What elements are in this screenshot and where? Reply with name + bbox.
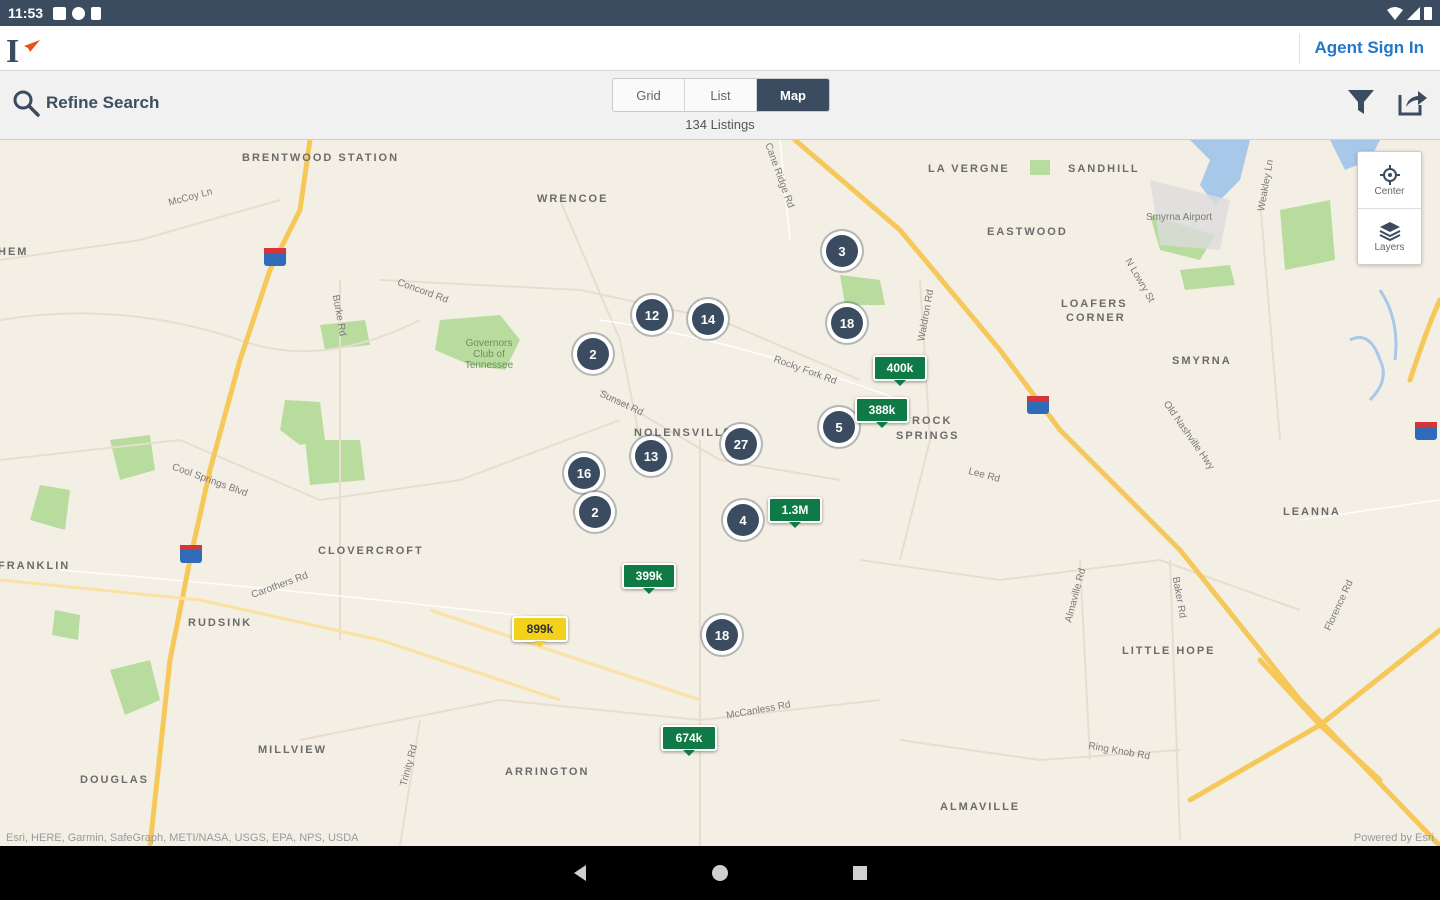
tab-map[interactable]: Map (757, 79, 829, 111)
place-label: SMYRNA (1172, 355, 1232, 367)
layers-icon (1379, 222, 1400, 242)
road-label: Governors Club of Tennessee (464, 338, 514, 371)
price-marker[interactable]: 1.3M (768, 497, 822, 528)
listings-count: 134 Listings (685, 117, 755, 132)
home-icon[interactable] (710, 863, 730, 883)
status-bar: 11:53 (0, 0, 1440, 26)
notification-icon (72, 6, 86, 20)
center-button[interactable]: Center (1358, 152, 1421, 208)
map-base-layer (0, 140, 1440, 846)
map-controls: Center Layers (1357, 151, 1422, 265)
listing-cluster[interactable]: 13 (631, 436, 671, 476)
notification-icon (53, 6, 67, 20)
place-label: DOUGLAS (80, 774, 149, 786)
place-label: FRANKLIN (0, 560, 71, 572)
listing-cluster[interactable]: 14 (688, 299, 728, 339)
system-nav-bar (0, 846, 1440, 900)
cluster-count: 12 (636, 299, 668, 331)
place-label: ALMAVILLE (940, 801, 1021, 813)
sd-card-icon (91, 6, 102, 20)
listing-cluster[interactable]: 4 (723, 500, 763, 540)
cluster-count: 18 (706, 619, 738, 651)
share-icon[interactable] (1396, 87, 1428, 117)
place-label: ARRINGTON (505, 766, 590, 778)
cluster-count: 2 (577, 338, 609, 370)
powered-by: Powered by Esri (1353, 832, 1434, 844)
listing-cluster[interactable]: 3 (822, 231, 862, 271)
brand-logo-icon[interactable]: I (6, 32, 46, 66)
center-label: Center (1374, 185, 1405, 197)
tab-grid[interactable]: Grid (613, 79, 685, 111)
listings-map[interactable]: BRENTWOOD STATION WRENCOE LA VERGNE SAND… (0, 140, 1440, 846)
center-icon (1379, 164, 1400, 185)
listing-cluster[interactable]: 18 (827, 303, 867, 343)
cluster-count: 2 (579, 496, 611, 528)
place-label: MILLVIEW (258, 744, 327, 756)
refine-search-button[interactable]: Refine Search (12, 89, 159, 117)
layers-button[interactable]: Layers (1358, 208, 1421, 264)
place-label: CLOVERCROFT (318, 545, 424, 557)
listing-cluster[interactable]: 2 (573, 334, 613, 374)
price-marker[interactable]: 899k (512, 616, 568, 647)
cluster-count: 16 (568, 457, 600, 489)
cluster-count: 27 (725, 428, 757, 460)
place-label: LOAFERS (1061, 298, 1128, 310)
back-icon[interactable] (570, 863, 590, 883)
place-label: WRENCOE (537, 193, 609, 205)
signal-icon (1407, 6, 1420, 20)
battery-icon (1424, 7, 1432, 20)
wifi-icon (1387, 6, 1403, 20)
svg-text:I: I (6, 33, 19, 66)
road-label: Smyrna Airport (1146, 212, 1213, 223)
app-header: I Agent Sign In (0, 26, 1440, 71)
search-icon (13, 90, 40, 117)
listing-cluster[interactable]: 18 (702, 615, 742, 655)
cluster-count: 13 (635, 440, 667, 472)
filter-icon[interactable] (1346, 87, 1376, 117)
listing-cluster[interactable]: 2 (575, 492, 615, 532)
search-toolbar: Refine Search Grid List Map 134 Listings (0, 71, 1440, 140)
cluster-count: 4 (727, 504, 759, 536)
place-label: SANDHILL (1068, 163, 1140, 175)
refine-search-label: Refine Search (46, 93, 160, 112)
listing-cluster[interactable]: 5 (819, 407, 859, 447)
status-time: 11:53 (8, 5, 44, 21)
agent-sign-in-link[interactable]: Agent Sign In (1314, 38, 1424, 58)
listing-cluster[interactable]: 16 (564, 453, 604, 493)
listing-cluster[interactable]: 12 (632, 295, 672, 335)
place-label: LITTLE HOPE (1122, 645, 1216, 657)
cluster-count: 18 (831, 307, 863, 339)
place-label: SPRINGS (896, 430, 960, 442)
place-label: BRENTWOOD STATION (242, 152, 400, 164)
cluster-count: 14 (692, 303, 724, 335)
header-divider (1299, 34, 1300, 64)
price-marker[interactable]: 674k (661, 725, 717, 756)
listing-cluster[interactable]: 27 (721, 424, 761, 464)
price-marker[interactable]: 399k (622, 563, 676, 594)
place-label: ROCK (912, 415, 953, 427)
place-label: EASTWOOD (987, 226, 1068, 238)
place-label: LA VERGNE (928, 163, 1010, 175)
view-toggle: Grid List Map (612, 78, 830, 112)
place-label: CORNER (1066, 312, 1126, 324)
layers-label: Layers (1374, 242, 1405, 253)
cluster-count: 5 (823, 411, 855, 443)
place-label: RUDSINK (188, 617, 253, 629)
price-marker[interactable]: 388k (855, 397, 909, 428)
tab-list[interactable]: List (685, 79, 757, 111)
price-marker[interactable]: 400k (873, 355, 927, 386)
map-attribution: Esri, HERE, Garmin, SafeGraph, METI/NASA… (6, 832, 359, 844)
place-label: HEM (0, 246, 29, 258)
place-label: LEANNA (1283, 506, 1341, 518)
cluster-count: 3 (826, 235, 858, 267)
recents-icon[interactable] (850, 863, 870, 883)
